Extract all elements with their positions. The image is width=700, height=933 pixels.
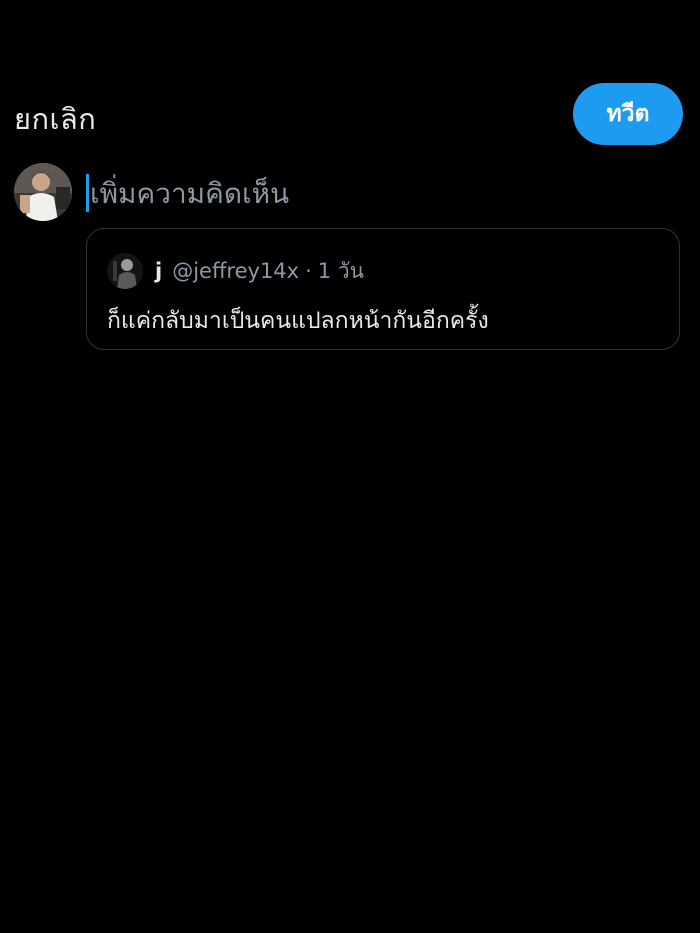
quoted-author-name: j [155, 259, 163, 283]
quoted-tweet-text: ก็แค่กลับมาเป็นคนแปลกหน้ากันอีกครั้ง [107, 308, 489, 334]
user-photo-icon [14, 163, 72, 221]
quoted-author-photo-icon [107, 253, 143, 289]
user-avatar[interactable] [14, 163, 72, 221]
quoted-author-avatar [107, 253, 143, 289]
quoted-author-handle: @jeffrey14x [172, 259, 300, 283]
tweet-button[interactable]: ทวีต [573, 83, 683, 145]
compose-input[interactable] [90, 171, 650, 215]
separator-dot: · [305, 259, 312, 283]
composer-row [14, 163, 684, 227]
text-cursor [86, 174, 89, 212]
quoted-tweet-header: j @jeffrey14x · 1 วัน [107, 251, 364, 291]
quoted-tweet-card[interactable]: j @jeffrey14x · 1 วัน ก็แค่กลับมาเป็นคนแ… [86, 228, 680, 350]
cancel-button[interactable]: ยกเลิก [14, 96, 96, 142]
quoted-tweet-time: 1 วัน [317, 258, 364, 283]
compose-header: ยกเลิก ทวีต [0, 80, 700, 150]
